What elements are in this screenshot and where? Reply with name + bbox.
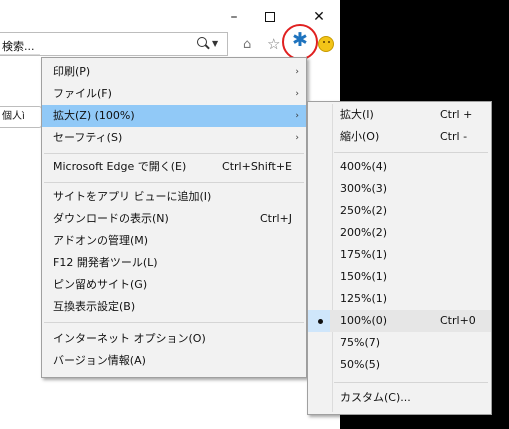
submenu-item-label: 150%(1) [340,270,388,283]
submenu-item-label: 250%(2) [340,204,388,217]
submenu-item-label: 拡大(I) [340,108,374,121]
submenu-item-shortcut: Ctrl + [440,108,473,121]
menu-item-label: ピン留めサイト(G) [53,278,148,291]
menu-item-view-downloads[interactable]: ダウンロードの表示(N) Ctrl+J [42,208,306,230]
zoom-200-item[interactable]: 200%(2) [308,222,491,244]
menu-item-shortcut: Ctrl+Shift+E [222,160,292,173]
menu-item-label: ダウンロードの表示(N) [53,212,169,225]
maximize-button[interactable] [259,9,281,25]
zoom-100-item[interactable]: 100%(0) Ctrl+0 [308,310,491,332]
submenu-item-shortcut: Ctrl+0 [440,314,476,327]
menu-item-label: 拡大(Z) (100%) [53,109,135,122]
submenu-separator [334,382,488,383]
zoom-50-item[interactable]: 50%(5) [308,354,491,376]
search-icon[interactable] [197,37,207,47]
tools-menu: 印刷(P) › ファイル(F) › 拡大(Z) (100%) › セーフティ(S… [41,57,307,378]
zoom-250-item[interactable]: 250%(2) [308,200,491,222]
home-icon[interactable]: ⌂ [243,37,259,52]
search-box[interactable]: 検索... ▼ [0,32,228,56]
zoom-submenu: 拡大(I) Ctrl + 縮小(O) Ctrl - 400%(4) 300%(3… [307,101,492,415]
submenu-item-label: 400%(4) [340,160,388,173]
menu-separator [44,153,304,154]
chevron-right-icon: › [295,89,299,99]
menu-separator [44,322,304,323]
submenu-item-label: 縮小(O) [340,130,380,143]
menu-item-safety[interactable]: セーフティ(S) › [42,127,306,149]
submenu-item-label: 100%(0) [340,314,388,327]
menu-item-label: 印刷(P) [53,65,91,78]
zoom-400-item[interactable]: 400%(4) [308,156,491,178]
menu-item-manage-addons[interactable]: アドオンの管理(M) [42,230,306,252]
menu-item-label: ファイル(F) [53,87,112,100]
search-dropdown-icon[interactable]: ▼ [212,39,218,48]
submenu-item-label: 125%(1) [340,292,388,305]
menu-item-label: バージョン情報(A) [53,354,146,367]
chevron-right-icon: › [295,67,299,77]
menu-item-compat-view[interactable]: 互換表示設定(B) [42,296,306,318]
zoom-125-item[interactable]: 125%(1) [308,288,491,310]
menu-item-internet-options[interactable]: インターネット オプション(O) [42,328,306,350]
gear-icon[interactable]: ✱ [292,31,308,50]
submenu-item-label: 300%(3) [340,182,388,195]
menu-item-pinned-sites[interactable]: ピン留めサイト(G) [42,274,306,296]
chevron-right-icon: › [295,111,299,121]
tab-personal[interactable]: 個人ì [0,106,42,128]
menu-separator [44,182,304,183]
maximize-icon [265,12,275,22]
submenu-separator [334,152,488,153]
menu-item-label: F12 開発者ツール(L) [53,256,158,269]
zoom-175-item[interactable]: 175%(1) [308,244,491,266]
submenu-item-label: 200%(2) [340,226,388,239]
menu-item-label: アドオンの管理(M) [53,234,149,247]
menu-item-label: サイトをアプリ ビューに追加(I) [53,190,212,203]
close-button[interactable]: ✕ [308,9,330,25]
menu-item-label: セーフティ(S) [53,131,123,144]
submenu-item-label: 50%(5) [340,358,381,371]
menu-item-label: Microsoft Edge で開く(E) [53,160,187,173]
minimize-button[interactable]: – [223,9,245,25]
menu-item-print[interactable]: 印刷(P) › [42,61,306,83]
zoom-in-item[interactable]: 拡大(I) Ctrl + [308,104,491,126]
menu-item-about[interactable]: バージョン情報(A) [42,350,306,372]
address-bar: 検索... ▼ ⌂ ☆ ✱ [0,24,340,60]
zoom-custom-item[interactable]: カスタム(C)... [308,387,491,409]
smiley-icon[interactable] [318,36,334,52]
zoom-150-item[interactable]: 150%(1) [308,266,491,288]
menu-item-zoom[interactable]: 拡大(Z) (100%) › [42,105,306,127]
zoom-75-item[interactable]: 75%(7) [308,332,491,354]
submenu-item-label: 175%(1) [340,248,388,261]
menu-item-label: インターネット オプション(O) [53,332,206,345]
submenu-item-shortcut: Ctrl - [440,130,468,143]
selected-bullet-icon [318,319,323,324]
gear-highlight-ring: ✱ [282,24,318,60]
chevron-right-icon: › [295,133,299,143]
submenu-item-label: カスタム(C)... [340,391,411,404]
star-icon[interactable]: ☆ [267,35,280,53]
divider [0,54,40,55]
submenu-item-label: 75%(7) [340,336,381,349]
search-input[interactable]: 検索... [2,38,35,54]
zoom-out-item[interactable]: 縮小(O) Ctrl - [308,126,491,148]
menu-item-dev-tools[interactable]: F12 開発者ツール(L) [42,252,306,274]
zoom-300-item[interactable]: 300%(3) [308,178,491,200]
menu-item-open-in-edge[interactable]: Microsoft Edge で開く(E) Ctrl+Shift+E [42,156,306,178]
menu-item-file[interactable]: ファイル(F) › [42,83,306,105]
menu-item-label: 互換表示設定(B) [53,300,136,313]
menu-item-shortcut: Ctrl+J [259,212,292,225]
tab-label: 個人ì [2,111,25,122]
menu-item-add-site-app-view[interactable]: サイトをアプリ ビューに追加(I) [42,186,306,208]
